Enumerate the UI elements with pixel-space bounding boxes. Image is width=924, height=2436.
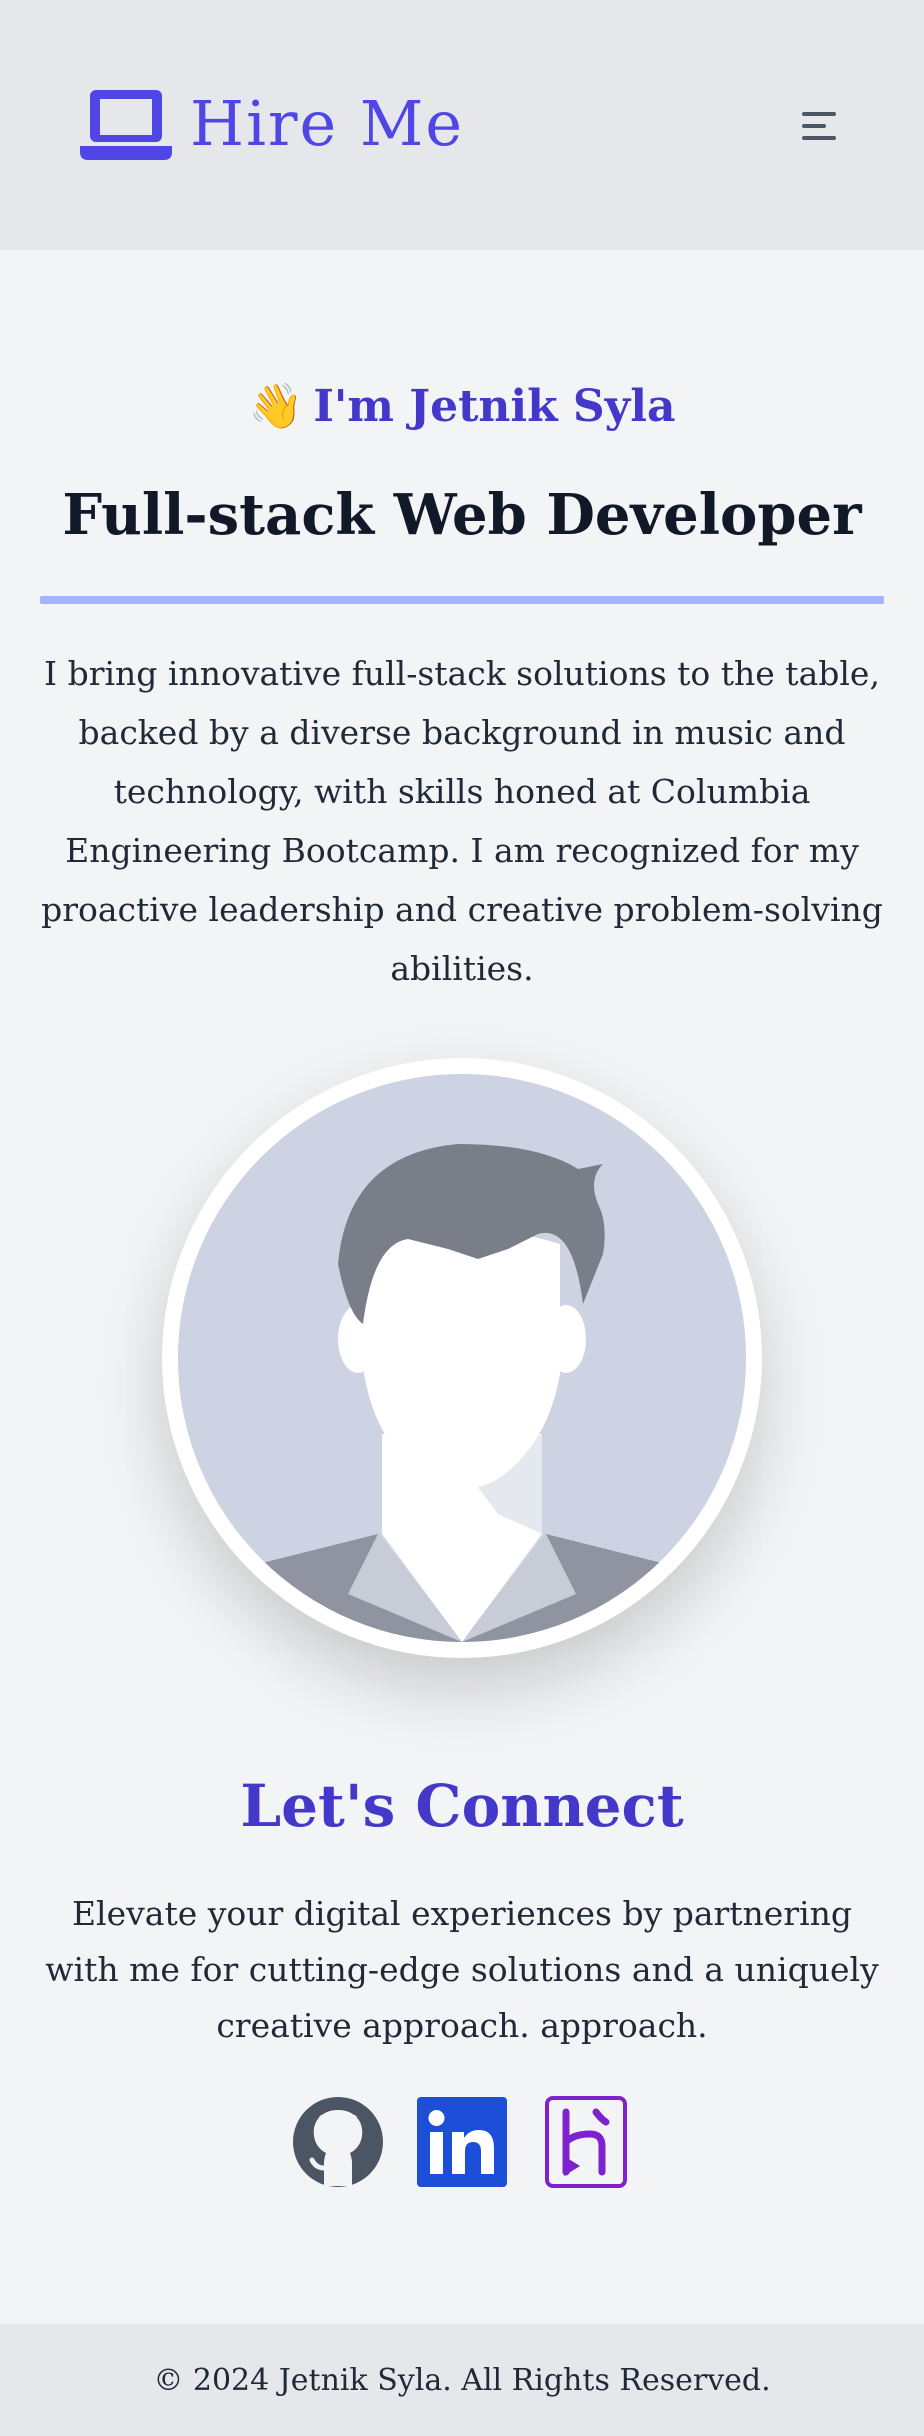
divider bbox=[40, 596, 884, 604]
site-header: Hire Me bbox=[0, 0, 924, 250]
github-icon bbox=[293, 2097, 383, 2187]
connect-text: Elevate your digital experiences by part… bbox=[45, 1894, 879, 2045]
wave-emoji: 👋 bbox=[248, 381, 304, 432]
linkedin-link[interactable] bbox=[416, 2096, 508, 2188]
heroku-link[interactable] bbox=[540, 2096, 632, 2188]
social-links bbox=[0, 2096, 924, 2188]
brand-title: Hire Me bbox=[190, 87, 465, 160]
site-footer: © 2024 Jetnik Syla. All Rights Reserved. bbox=[0, 2324, 924, 2436]
linkedin-icon bbox=[417, 2097, 507, 2187]
greeting: 👋 I'm Jetnik Syla bbox=[0, 380, 924, 433]
person-avatar-icon bbox=[178, 1074, 746, 1642]
role-title: Full-stack Web Developer bbox=[62, 482, 862, 548]
greeting-text: I'm Jetnik Syla bbox=[313, 380, 676, 432]
brand[interactable]: Hire Me bbox=[80, 86, 464, 162]
copyright-text: © 2024 Jetnik Syla. All Rights Reserved. bbox=[153, 2362, 771, 2398]
bio-text: I bring innovative full-stack solutions … bbox=[41, 654, 883, 988]
connect-title: Let's Connect bbox=[240, 1772, 684, 1840]
heroku-icon bbox=[545, 2096, 627, 2188]
avatar bbox=[162, 1058, 762, 1658]
menu-button[interactable] bbox=[800, 108, 840, 144]
laptop-icon bbox=[80, 90, 172, 160]
github-link[interactable] bbox=[292, 2096, 384, 2188]
hamburger-menu-icon bbox=[802, 112, 836, 140]
